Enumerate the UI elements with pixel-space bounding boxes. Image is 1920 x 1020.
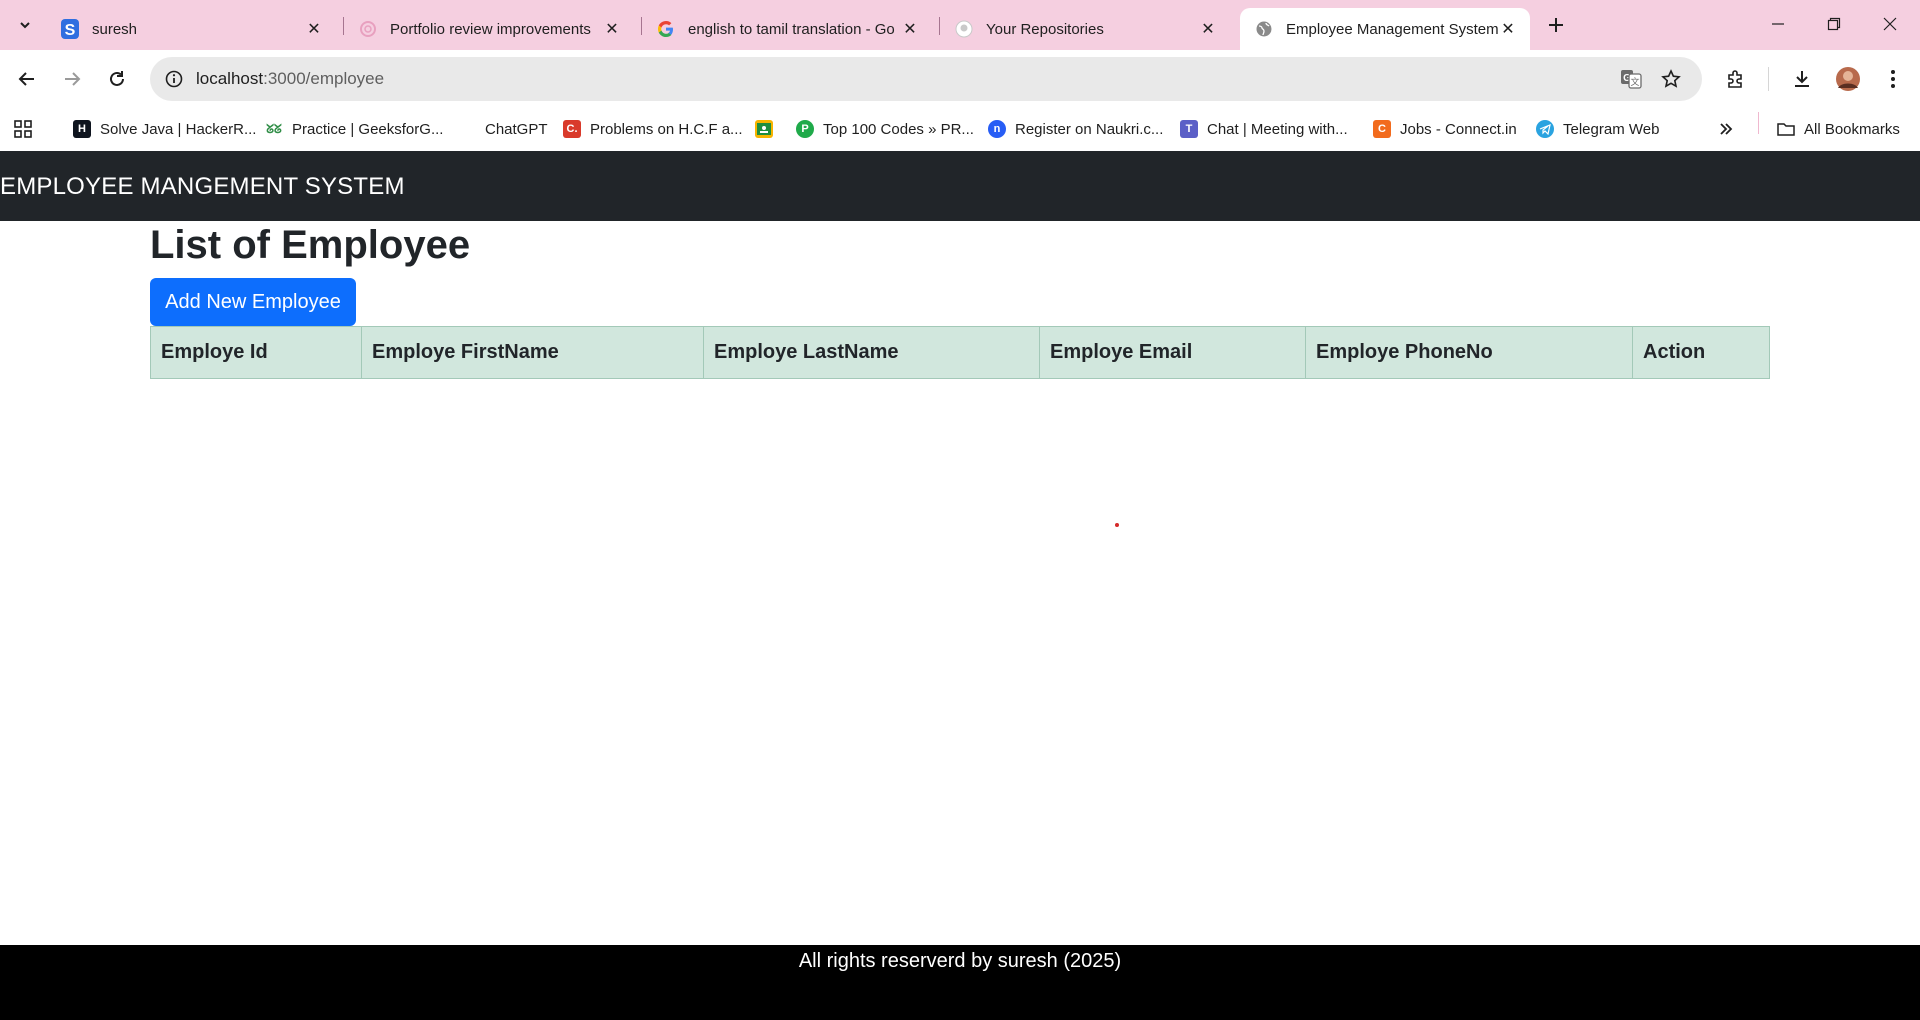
svg-text:文: 文 <box>1630 76 1639 88</box>
bookmark-label: Telegram Web <box>1563 120 1660 138</box>
tab-title: Employee Management System <box>1286 20 1498 38</box>
close-tab-icon[interactable]: ✕ <box>1198 19 1218 39</box>
google-icon <box>656 19 676 39</box>
tab-title: suresh <box>92 20 138 38</box>
address-bar[interactable]: localhost:3000/employee G文 <box>150 57 1702 101</box>
c-logo-icon: C. <box>563 120 581 138</box>
bookmark-label: Problems on H.C.F a... <box>590 120 743 138</box>
site-info-icon[interactable] <box>164 69 184 89</box>
bookmarks-bar: H Solve Java | HackerR... ᘜᘜ Practice | … <box>0 108 1920 150</box>
cursor-dot <box>1115 523 1119 527</box>
column-header-action: Action <box>1632 326 1770 379</box>
extensions-icon[interactable] <box>1720 63 1752 95</box>
tab-strip: S suresh ✕ Portfolio review improvements… <box>0 0 1920 50</box>
app-navbar: EMPLOYEE MANGEMENT SYSTEM <box>0 151 1920 221</box>
reload-icon[interactable] <box>101 63 133 95</box>
geeksforgeeks-icon: ᘜᘜ <box>266 121 282 136</box>
close-tab-icon[interactable]: ✕ <box>602 19 622 39</box>
tab-employee-management[interactable]: Employee Management System ✕ <box>1240 8 1530 50</box>
all-bookmarks[interactable]: All Bookmarks <box>1777 117 1900 141</box>
classroom-icon <box>755 120 773 138</box>
back-arrow-icon[interactable] <box>11 63 43 95</box>
bookmark-teams[interactable]: T Chat | Meeting with... <box>1180 117 1348 141</box>
page-footer: All rights reserverd by suresh (2025) <box>0 945 1920 1020</box>
restore-icon[interactable] <box>1814 8 1854 40</box>
bookmark-hackerrank[interactable]: H Solve Java | HackerR... <box>73 117 256 141</box>
close-tab-icon[interactable]: ✕ <box>304 19 324 39</box>
tab-title: Your Repositories <box>986 20 1104 38</box>
prepinsta-icon: P <box>796 120 814 138</box>
add-employee-button[interactable]: Add New Employee <box>150 278 356 326</box>
bookmark-star-icon[interactable] <box>1660 68 1682 90</box>
footer-text: All rights reserverd by suresh (2025) <box>798 950 1122 972</box>
forward-arrow-icon[interactable] <box>56 63 88 95</box>
naukri-icon: n <box>988 120 1006 138</box>
all-bookmarks-label: All Bookmarks <box>1804 120 1900 138</box>
tab-title: Portfolio review improvements <box>390 20 591 38</box>
tab-search-chevron-icon[interactable] <box>10 10 40 40</box>
bookmarks-divider <box>1758 112 1759 134</box>
download-icon[interactable] <box>1786 63 1818 95</box>
profile-avatar[interactable] <box>1832 63 1864 95</box>
bookmark-label: Chat | Meeting with... <box>1207 120 1348 138</box>
tab-title: english to tamil translation - Go <box>688 20 895 38</box>
github-icon <box>954 19 974 39</box>
chatgpt-icon <box>358 19 378 39</box>
column-header-id: Employe Id <box>150 326 362 379</box>
bookmark-connect[interactable]: C Jobs - Connect.in <box>1373 117 1517 141</box>
page-title: List of Employee <box>150 223 471 267</box>
bookmark-hcf-problems[interactable]: C. Problems on H.C.F a... <box>563 117 743 141</box>
bookmark-label: Practice | GeeksforG... <box>292 120 444 138</box>
more-bookmarks-chevron-icon[interactable] <box>1718 117 1734 141</box>
tab-translation[interactable]: english to tamil translation - Go ✕ <box>642 8 932 50</box>
column-header-firstname: Employe FirstName <box>361 326 704 379</box>
table-header-row: Employe Id Employe FirstName Employe Las… <box>150 326 1770 379</box>
bookmark-telegram[interactable]: Telegram Web <box>1536 117 1659 141</box>
bookmark-geeksforgeeks[interactable]: ᘜᘜ Practice | GeeksforG... <box>265 117 443 141</box>
bookmark-chatgpt[interactable]: ChatGPT <box>458 117 548 141</box>
tab-portfolio[interactable]: Portfolio review improvements ✕ <box>344 8 634 50</box>
bookmark-naukri[interactable]: n Register on Naukri.c... <box>988 117 1163 141</box>
bookmark-classroom[interactable] <box>755 117 782 141</box>
telegram-icon <box>1536 120 1554 138</box>
svg-text:S: S <box>65 22 76 39</box>
close-tab-icon[interactable]: ✕ <box>900 19 920 39</box>
s-logo-icon: S <box>60 19 80 39</box>
bookmark-label: ChatGPT <box>485 120 548 138</box>
connect-icon: C <box>1373 120 1391 138</box>
folder-icon <box>1777 120 1795 138</box>
browser-toolbar: localhost:3000/employee G文 <box>0 50 1920 108</box>
brand-title[interactable]: EMPLOYEE MANGEMENT SYSTEM <box>0 173 405 201</box>
column-header-lastname: Employe LastName <box>703 326 1040 379</box>
url-text[interactable]: localhost:3000/employee <box>196 69 384 89</box>
bookmark-label: Jobs - Connect.in <box>1400 120 1517 138</box>
hackerrank-icon: H <box>73 120 91 138</box>
column-header-email: Employe Email <box>1039 326 1306 379</box>
column-header-phone: Employe PhoneNo <box>1305 326 1633 379</box>
teams-icon: T <box>1180 120 1198 138</box>
toolbar-divider <box>1768 67 1769 91</box>
minimize-icon[interactable] <box>1758 8 1798 40</box>
window-close-icon[interactable] <box>1870 8 1910 40</box>
close-tab-icon[interactable]: ✕ <box>1498 19 1518 39</box>
bookmark-label: Top 100 Codes » PR... <box>823 120 974 138</box>
apps-grid-icon[interactable] <box>13 117 33 141</box>
new-tab-button[interactable] <box>1542 11 1570 39</box>
globe-icon <box>1254 19 1274 39</box>
bookmark-prepinsta[interactable]: P Top 100 Codes » PR... <box>796 117 974 141</box>
tab-repositories[interactable]: Your Repositories ✕ <box>940 8 1230 50</box>
bookmark-label: Register on Naukri.c... <box>1015 120 1164 138</box>
bookmark-label: Solve Java | HackerR... <box>100 120 257 138</box>
employee-table: Employe Id Employe FirstName Employe Las… <box>150 326 1770 379</box>
chatgpt-icon <box>458 120 476 138</box>
tab-suresh[interactable]: S suresh ✕ <box>46 8 336 50</box>
browser-menu-icon[interactable] <box>1877 63 1909 95</box>
translate-icon[interactable]: G文 <box>1620 68 1642 90</box>
